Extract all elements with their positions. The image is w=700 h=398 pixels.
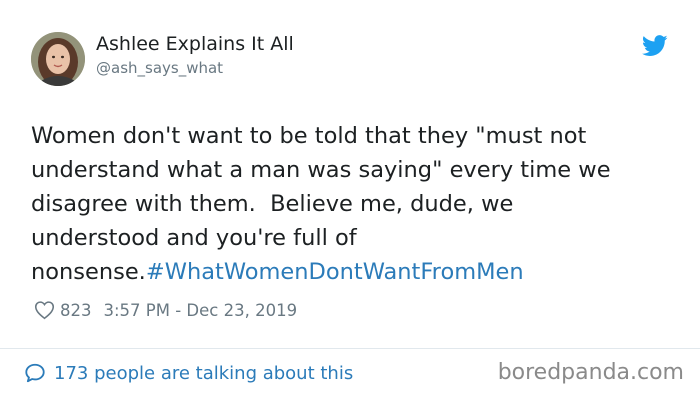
tweet-card: Ashlee Explains It All @ash_says_what Wo… xyxy=(0,0,700,398)
divider xyxy=(0,348,700,349)
boredpanda-watermark: boredpanda.com xyxy=(497,360,684,385)
heart-icon[interactable] xyxy=(34,300,55,320)
tweet-text: Women don't want to be told that they "m… xyxy=(31,119,671,289)
user-handle[interactable]: @ash_says_what xyxy=(96,59,223,77)
twitter-bird-icon[interactable] xyxy=(642,35,668,57)
tweet-timestamp[interactable]: 3:57 PM - Dec 23, 2019 xyxy=(104,301,298,320)
like-count[interactable]: 823 xyxy=(60,301,92,320)
display-name[interactable]: Ashlee Explains It All xyxy=(96,33,294,55)
hashtag-link[interactable]: #WhatWomenDontWantFromMen xyxy=(146,259,524,285)
avatar[interactable] xyxy=(31,32,85,86)
tweet-meta: 823 3:57 PM - Dec 23, 2019 xyxy=(34,299,297,321)
conversation-link[interactable]: 173 people are talking about this xyxy=(24,361,353,385)
avatar-image xyxy=(31,32,85,86)
conversation-count-label[interactable]: 173 people are talking about this xyxy=(54,363,353,384)
speech-bubble-icon xyxy=(25,363,45,383)
